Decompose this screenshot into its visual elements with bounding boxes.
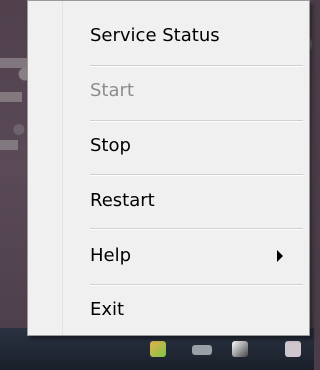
menu-item-help[interactable]: Help [62,229,309,282]
context-menu: Service Status Start Stop Restart Help E… [27,0,310,336]
menu-icon-gutter [28,1,63,335]
network-tray-icon[interactable] [192,345,212,355]
volume-tray-icon[interactable] [232,341,248,357]
background-detail [0,92,22,102]
menu-item-service-status[interactable]: Service Status [62,9,309,62]
menu-item-label: Service Status [90,25,220,46]
menu-item-label: Exit [90,299,125,320]
background-detail [0,58,28,68]
menu-item-restart[interactable]: Restart [62,174,309,227]
menu-item-start[interactable]: Start [62,64,309,117]
menu-item-exit[interactable]: Exit [62,283,309,336]
service-tray-icon[interactable] [150,341,166,357]
menu-item-label: Start [90,80,134,101]
menu-item-label: Stop [90,135,131,156]
background-detail [0,140,18,150]
menu-item-label: Help [90,245,132,266]
chevron-right-icon [277,249,283,262]
system-tray-icon[interactable] [285,341,301,357]
menu-item-label: Restart [90,190,155,211]
menu-item-stop[interactable]: Stop [62,119,309,172]
